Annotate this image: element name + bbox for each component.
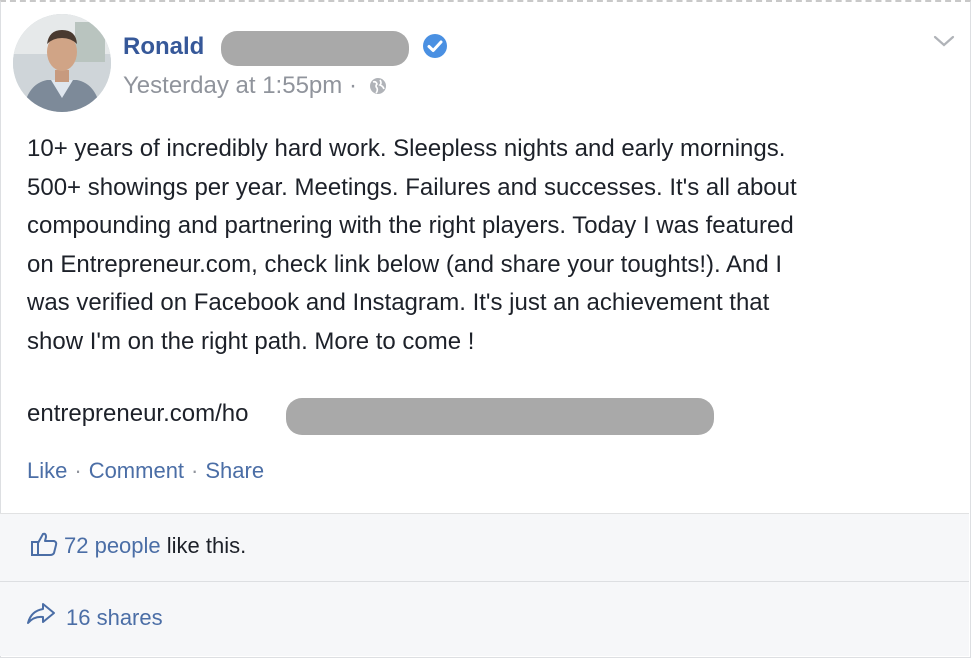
post-body-line: on Entrepreneur.com, check link below (a…	[27, 250, 783, 278]
post-body-line: was verified on Facebook and Instagram. …	[27, 289, 770, 316]
timestamp[interactable]: Yesterday at 1:55pm	[123, 72, 342, 99]
share-arrow-icon	[27, 603, 55, 624]
author-name[interactable]: Ronald	[123, 33, 204, 61]
post-body-line: 500+ showings per year. Meetings. Failur…	[27, 173, 797, 201]
post-actions: Like · Comment · Share	[27, 458, 264, 484]
thumbs-up-icon	[31, 532, 58, 556]
avatar-photo	[13, 14, 111, 112]
verified-badge-icon	[423, 34, 447, 58]
redacted-link	[286, 398, 714, 435]
avatar[interactable]	[13, 14, 111, 112]
likes-summary: 72 people like this.	[30, 531, 246, 559]
post-body-line: show I'm on the right path. More to come…	[27, 327, 475, 355]
share-action[interactable]: Share	[205, 458, 264, 483]
comment-action[interactable]: Comment	[89, 458, 184, 483]
shares-summary[interactable]: 16 shares	[26, 601, 163, 631]
redacted-name	[221, 31, 409, 66]
chevron-down-icon[interactable]	[932, 33, 956, 49]
link-prefix: entrepreneur.com/ho	[27, 400, 249, 427]
likes-count-link[interactable]: 72 people	[64, 533, 161, 558]
action-separator: ·	[191, 458, 199, 483]
post-meta: Yesterday at 1:55pm ·	[123, 72, 388, 100]
meta-separator: ·	[348, 72, 357, 99]
action-separator: ·	[74, 458, 82, 483]
likes-suffix: like this.	[160, 533, 247, 558]
like-action[interactable]: Like	[27, 458, 67, 483]
globe-icon[interactable]	[368, 76, 388, 96]
post-body-line: compounding and partnering with the righ…	[27, 212, 794, 239]
post-body-line: 10+ years of incredibly hard work. Sleep…	[27, 135, 786, 162]
shares-count: 16 shares	[66, 605, 163, 630]
post-body: 10+ years of incredibly hard work. Sleep…	[27, 130, 947, 361]
